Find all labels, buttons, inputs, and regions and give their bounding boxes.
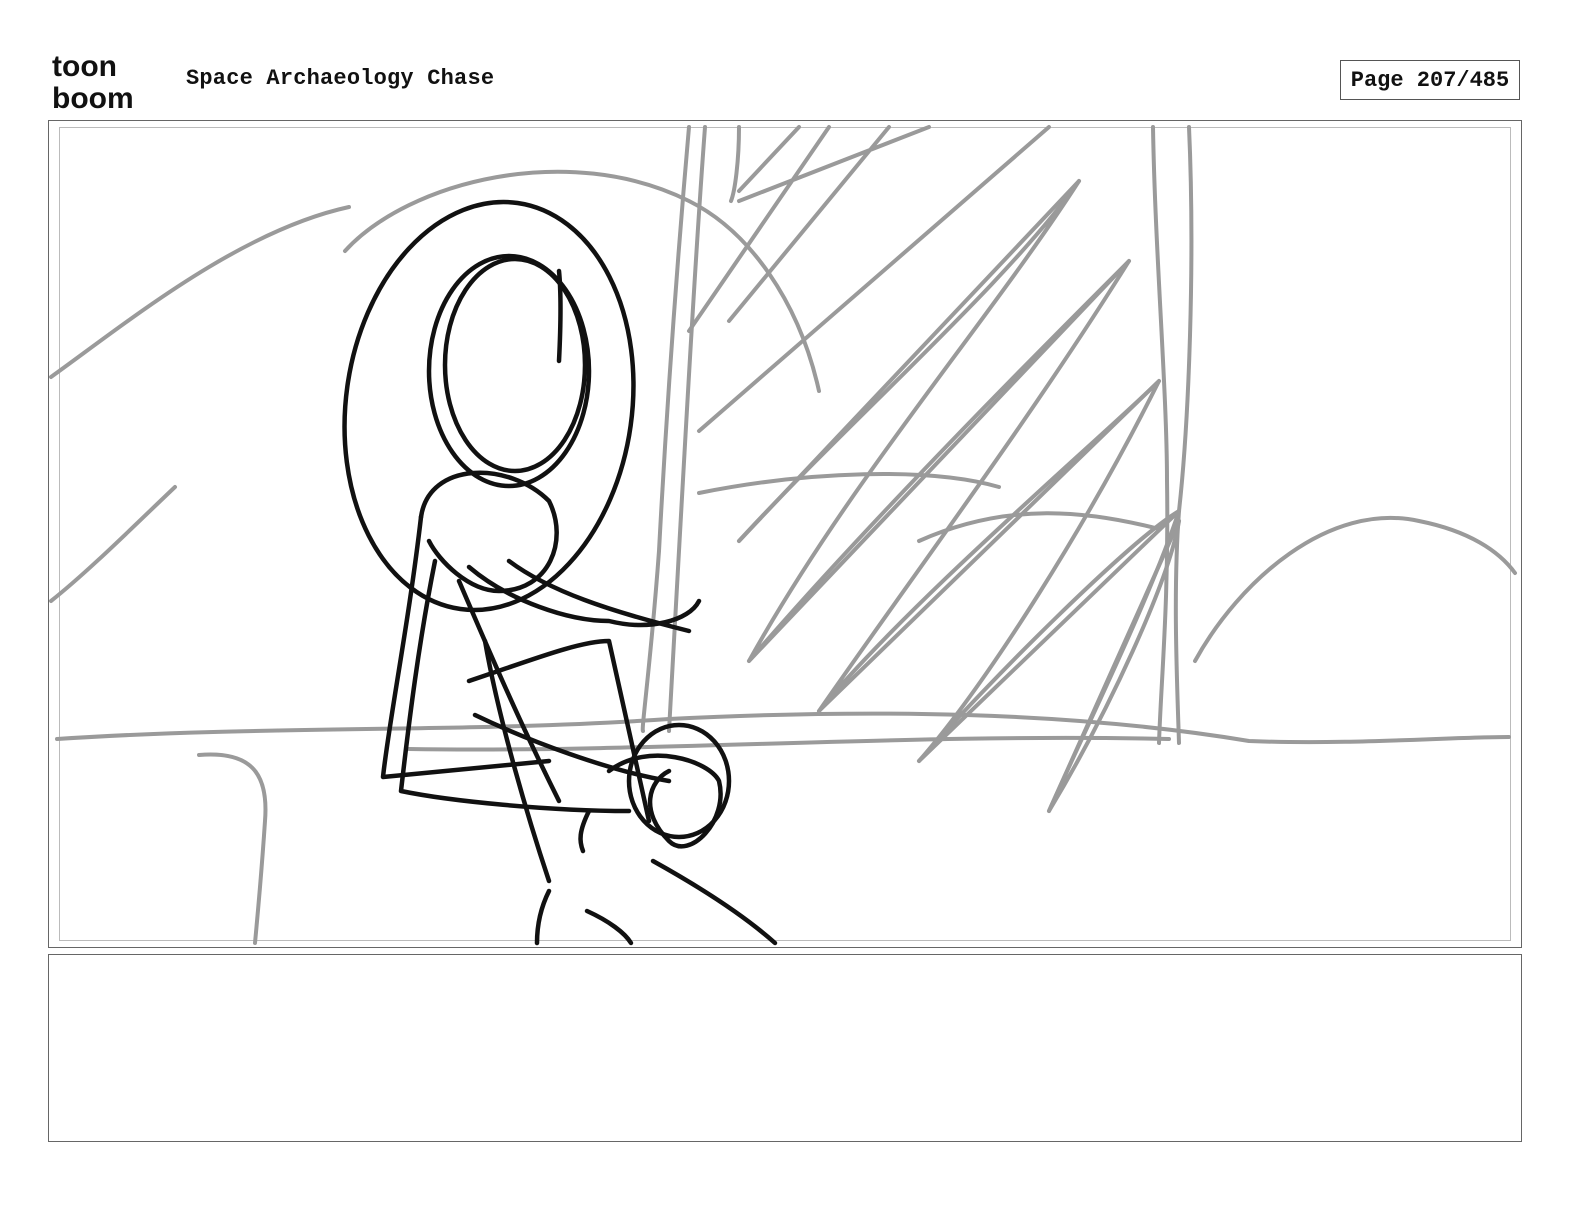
page-indicator-text: Page 207/485	[1350, 67, 1510, 93]
project-title: Space Archaeology Chase	[186, 66, 495, 91]
page-indicator: Page 207/485	[1340, 60, 1520, 100]
logo-text-top: toon	[52, 50, 117, 83]
storyboard-sketch	[49, 125, 1517, 946]
toon-boom-logo: toon boom	[52, 50, 134, 112]
dialogue-notes-box[interactable]	[48, 954, 1522, 1142]
storyboard-panel[interactable]	[48, 120, 1522, 948]
logo-text-bottom: boom	[52, 82, 134, 112]
background-sketch-lines	[49, 125, 1517, 945]
character-sketch-lines	[342, 199, 778, 946]
notes-text	[49, 955, 1521, 975]
